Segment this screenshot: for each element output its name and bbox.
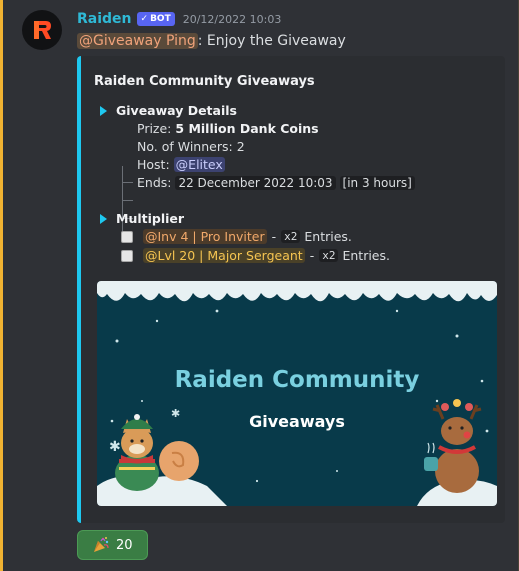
message: Raiden ✓ BOT 20/12/2022 10:03 @Giveaway … — [0, 0, 518, 571]
ends-relative[interactable]: [in 3 hours] — [339, 176, 415, 190]
message-text: : Enjoy the Giveaway — [197, 33, 346, 49]
multiplier-factor: x2 — [319, 249, 339, 262]
details-heading: Giveaway Details — [100, 103, 237, 118]
host-label: Host: — [137, 157, 170, 172]
host-line: Host: @Elitex — [137, 157, 225, 172]
ends-label: Ends: — [137, 175, 172, 190]
entries-text: Entries. — [304, 229, 352, 244]
svg-text:✱: ✱ — [109, 439, 121, 455]
prize-value: 5 Million Dank Coins — [175, 121, 319, 136]
checkbox-icon — [121, 230, 133, 243]
multiplier-factor: x2 — [281, 230, 301, 243]
winners-value: 2 — [236, 139, 245, 154]
reaction-button[interactable]: 20 — [77, 530, 148, 560]
prize-line: Prize: 5 Million Dank Coins — [137, 121, 319, 136]
triangle-right-icon — [100, 213, 107, 224]
banner-title: Raiden Community — [174, 367, 420, 393]
party-popper-icon — [94, 537, 109, 552]
check-icon: ✓ — [140, 14, 149, 24]
checkbox-icon — [121, 249, 133, 262]
author-name[interactable]: Raiden — [77, 11, 132, 27]
giveaway-banner-image[interactable]: ✱ ✱ Raiden Community Giveaways — [97, 281, 497, 506]
icicles — [97, 281, 497, 302]
timestamp[interactable]: 20/12/2022 10:03 — [183, 13, 282, 26]
multiplier-heading: Multiplier — [100, 211, 184, 226]
bot-badge: ✓ BOT — [136, 12, 175, 26]
role-mention[interactable]: @Inv 4 | Pro Inviter — [143, 229, 267, 244]
entries-text: Entries. — [342, 248, 390, 263]
details-heading-label: Giveaway Details — [116, 103, 237, 118]
prize-label: Prize: — [137, 121, 172, 136]
host-mention[interactable]: @Elitex — [173, 157, 225, 172]
tree-branch — [122, 182, 133, 201]
ends-line: Ends: 22 December 2022 10:03 [in 3 hours… — [137, 175, 415, 190]
tree-branch — [122, 166, 133, 183]
multiplier-row: @Lvl 20 | Major Sergeant - x2 Entries. — [121, 248, 390, 263]
raiden-logo-icon — [34, 21, 51, 39]
multiplier-heading-label: Multiplier — [116, 211, 185, 226]
winners-label: No. of Winners: — [137, 139, 233, 154]
role-mention[interactable]: @Lvl 20 | Major Sergeant — [143, 248, 305, 263]
ends-relative-value: in 3 hours — [347, 176, 408, 190]
banner-subtitle: Giveaways — [249, 412, 345, 431]
multiplier-row: @Inv 4 | Pro Inviter - x2 Entries. — [121, 229, 352, 244]
banner-artwork: ✱ ✱ — [97, 281, 497, 506]
winners-line: No. of Winners: 2 — [137, 139, 245, 154]
giveaway-embed: Raiden Community Giveaways Giveaway Deta… — [77, 56, 505, 523]
separator: - — [271, 229, 277, 244]
triangle-right-icon — [100, 105, 107, 116]
message-content: @Giveaway Ping : Enjoy the Giveaway — [77, 33, 346, 49]
ends-timestamp[interactable]: 22 December 2022 10:03 — [175, 176, 336, 190]
message-header: Raiden ✓ BOT 20/12/2022 10:03 — [77, 10, 281, 28]
bot-avatar[interactable] — [22, 10, 62, 50]
reaction-count: 20 — [116, 537, 133, 553]
bot-badge-label: BOT — [150, 14, 171, 24]
separator: - — [309, 248, 315, 263]
snow-ground-left — [97, 476, 227, 506]
embed-title: Raiden Community Giveaways — [94, 74, 315, 89]
role-mention[interactable]: @Giveaway Ping — [77, 33, 198, 49]
